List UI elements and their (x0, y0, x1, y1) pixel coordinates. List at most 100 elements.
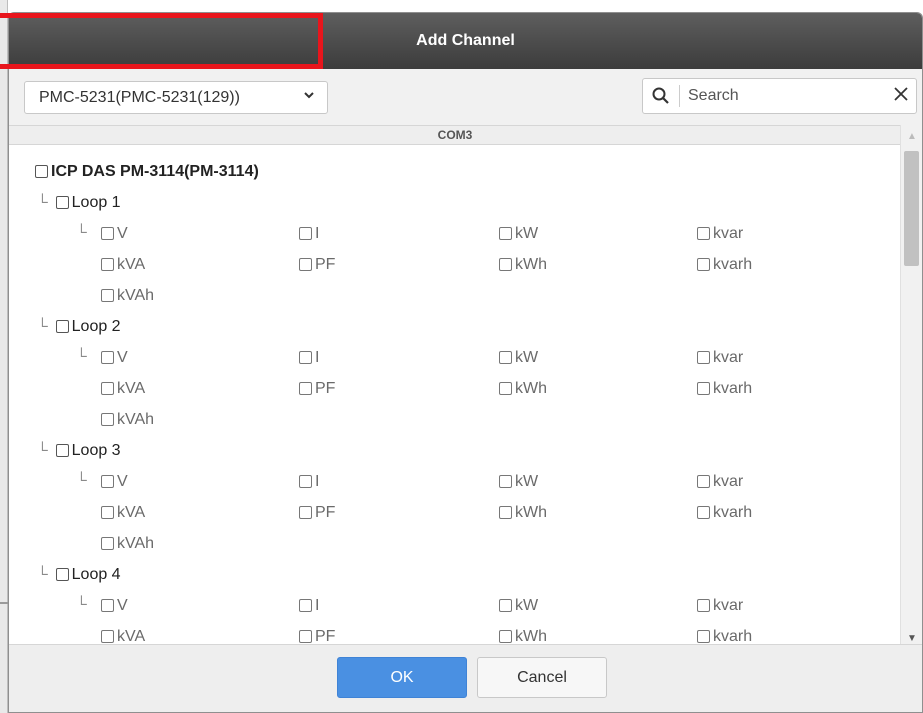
measurement-checkbox[interactable] (299, 630, 312, 643)
measurement-checkbox[interactable] (101, 475, 114, 488)
measurement-checkbox[interactable] (499, 258, 512, 271)
measurement-checkbox[interactable] (499, 506, 512, 519)
measurement-item[interactable]: kvar (697, 345, 743, 370)
measurement-item[interactable]: kvar (697, 593, 743, 618)
measurement-checkbox[interactable] (101, 630, 114, 643)
loop-checkbox[interactable] (55, 444, 69, 457)
measurement-item[interactable]: kW (499, 593, 538, 618)
measurement-item[interactable]: kVAh (101, 283, 154, 308)
background-window-mark (0, 602, 8, 604)
loop-row[interactable]: └ Loop 3 (37, 438, 121, 463)
measurement-checkbox[interactable] (499, 599, 512, 612)
measurement-checkbox[interactable] (299, 227, 312, 240)
measurement-item[interactable]: I (299, 469, 319, 494)
loop-checkbox[interactable] (55, 320, 69, 333)
close-icon[interactable] (894, 84, 908, 107)
scrollbar[interactable]: ▲ ▼ (900, 125, 922, 644)
measurement-item[interactable]: kWh (499, 500, 547, 525)
device-row[interactable]: ICP DAS PM-3114(PM-3114) (35, 159, 259, 184)
measurement-checkbox[interactable] (101, 351, 114, 364)
measurement-item[interactable]: V (101, 221, 128, 246)
measurement-checkbox[interactable] (697, 475, 710, 488)
measurement-label: kvarh (713, 503, 753, 521)
measurement-checkbox[interactable] (101, 599, 114, 612)
measurement-checkbox[interactable] (299, 599, 312, 612)
measurement-checkbox[interactable] (101, 413, 114, 426)
loop-row[interactable]: └ Loop 2 (37, 314, 121, 339)
measurement-checkbox[interactable] (101, 289, 114, 302)
measurement-item[interactable]: kVA (101, 252, 145, 277)
measurement-checkbox[interactable] (499, 630, 512, 643)
loop-row[interactable]: └ Loop 4 (37, 562, 121, 587)
measurement-checkbox[interactable] (101, 537, 114, 550)
measurement-item[interactable]: kVA (101, 624, 145, 644)
measurement-item[interactable]: I (299, 593, 319, 618)
measurement-checkbox[interactable] (697, 227, 710, 240)
measurement-item[interactable]: kW (499, 221, 538, 246)
measurement-checkbox[interactable] (499, 475, 512, 488)
scroll-up-icon[interactable]: ▲ (907, 131, 917, 142)
measurement-checkbox[interactable] (499, 382, 512, 395)
measurement-item[interactable]: kVAh (101, 531, 154, 556)
measurement-item[interactable]: kvar (697, 469, 743, 494)
measurement-item[interactable]: kvarh (697, 500, 752, 525)
measurement-label: I (315, 472, 320, 490)
measurement-item[interactable]: kVAh (101, 407, 154, 432)
loop-row[interactable]: └ Loop 1 (37, 190, 121, 215)
measurement-item[interactable]: PF (299, 376, 335, 401)
measurement-checkbox[interactable] (299, 351, 312, 364)
measurement-checkbox[interactable] (697, 382, 710, 395)
measurement-item[interactable]: PF (299, 500, 335, 525)
measurement-item[interactable]: kWh (499, 376, 547, 401)
measurement-label: kvarh (713, 627, 753, 645)
measurement-checkbox[interactable] (499, 351, 512, 364)
measurement-checkbox[interactable] (499, 227, 512, 240)
measurement-item[interactable]: kWh (499, 252, 547, 277)
measurement-item[interactable]: kW (499, 345, 538, 370)
measurement-item[interactable]: kvarh (697, 252, 752, 277)
measurement-checkbox[interactable] (101, 227, 114, 240)
measurement-item[interactable]: kW (499, 469, 538, 494)
measurement-label: PF (315, 255, 336, 273)
measurement-item[interactable]: kvar (697, 221, 743, 246)
measurement-item[interactable]: PF (299, 624, 335, 644)
measurement-checkbox[interactable] (101, 382, 114, 395)
measurement-item[interactable]: PF (299, 252, 335, 277)
measurement-item[interactable]: V (101, 345, 128, 370)
measurement-checkbox[interactable] (697, 351, 710, 364)
cancel-button[interactable]: Cancel (477, 657, 607, 698)
measurement-checkbox[interactable] (299, 258, 312, 271)
loop-checkbox[interactable] (55, 568, 69, 581)
measurement-label: PF (315, 627, 336, 645)
measurement-item[interactable]: V (101, 469, 128, 494)
device-select[interactable]: PMC-5231(PMC-5231(129)) (24, 81, 328, 114)
measurement-item[interactable]: kvarh (697, 376, 752, 401)
measurement-item[interactable]: kVA (101, 500, 145, 525)
measurement-item[interactable]: kvarh (697, 624, 752, 644)
measurement-label: V (117, 472, 128, 490)
scroll-down-icon[interactable]: ▼ (907, 633, 917, 644)
ok-button[interactable]: OK (337, 657, 467, 698)
measurement-checkbox[interactable] (697, 258, 710, 271)
loop-checkbox[interactable] (55, 196, 69, 209)
measurement-checkbox[interactable] (101, 258, 114, 271)
device-checkbox[interactable] (35, 165, 48, 178)
measurement-checkbox[interactable] (697, 506, 710, 519)
measurement-item[interactable]: I (299, 221, 319, 246)
measurement-checkbox[interactable] (697, 599, 710, 612)
search-icon[interactable] (651, 86, 671, 106)
measurement-checkbox[interactable] (299, 506, 312, 519)
measurement-label: kW (515, 224, 539, 242)
measurement-checkbox[interactable] (299, 475, 312, 488)
measurement-checkbox[interactable] (101, 506, 114, 519)
scrollbar-thumb[interactable] (904, 151, 919, 266)
measurement-item[interactable]: kWh (499, 624, 547, 644)
measurement-item[interactable]: V (101, 593, 128, 618)
tree-branch-icon: └ (76, 596, 87, 613)
measurement-item[interactable]: kVA (101, 376, 145, 401)
search-input[interactable] (688, 83, 878, 109)
measurement-checkbox[interactable] (299, 382, 312, 395)
measurement-item[interactable]: I (299, 345, 319, 370)
measurement-label: kvarh (713, 255, 753, 273)
measurement-checkbox[interactable] (697, 630, 710, 643)
